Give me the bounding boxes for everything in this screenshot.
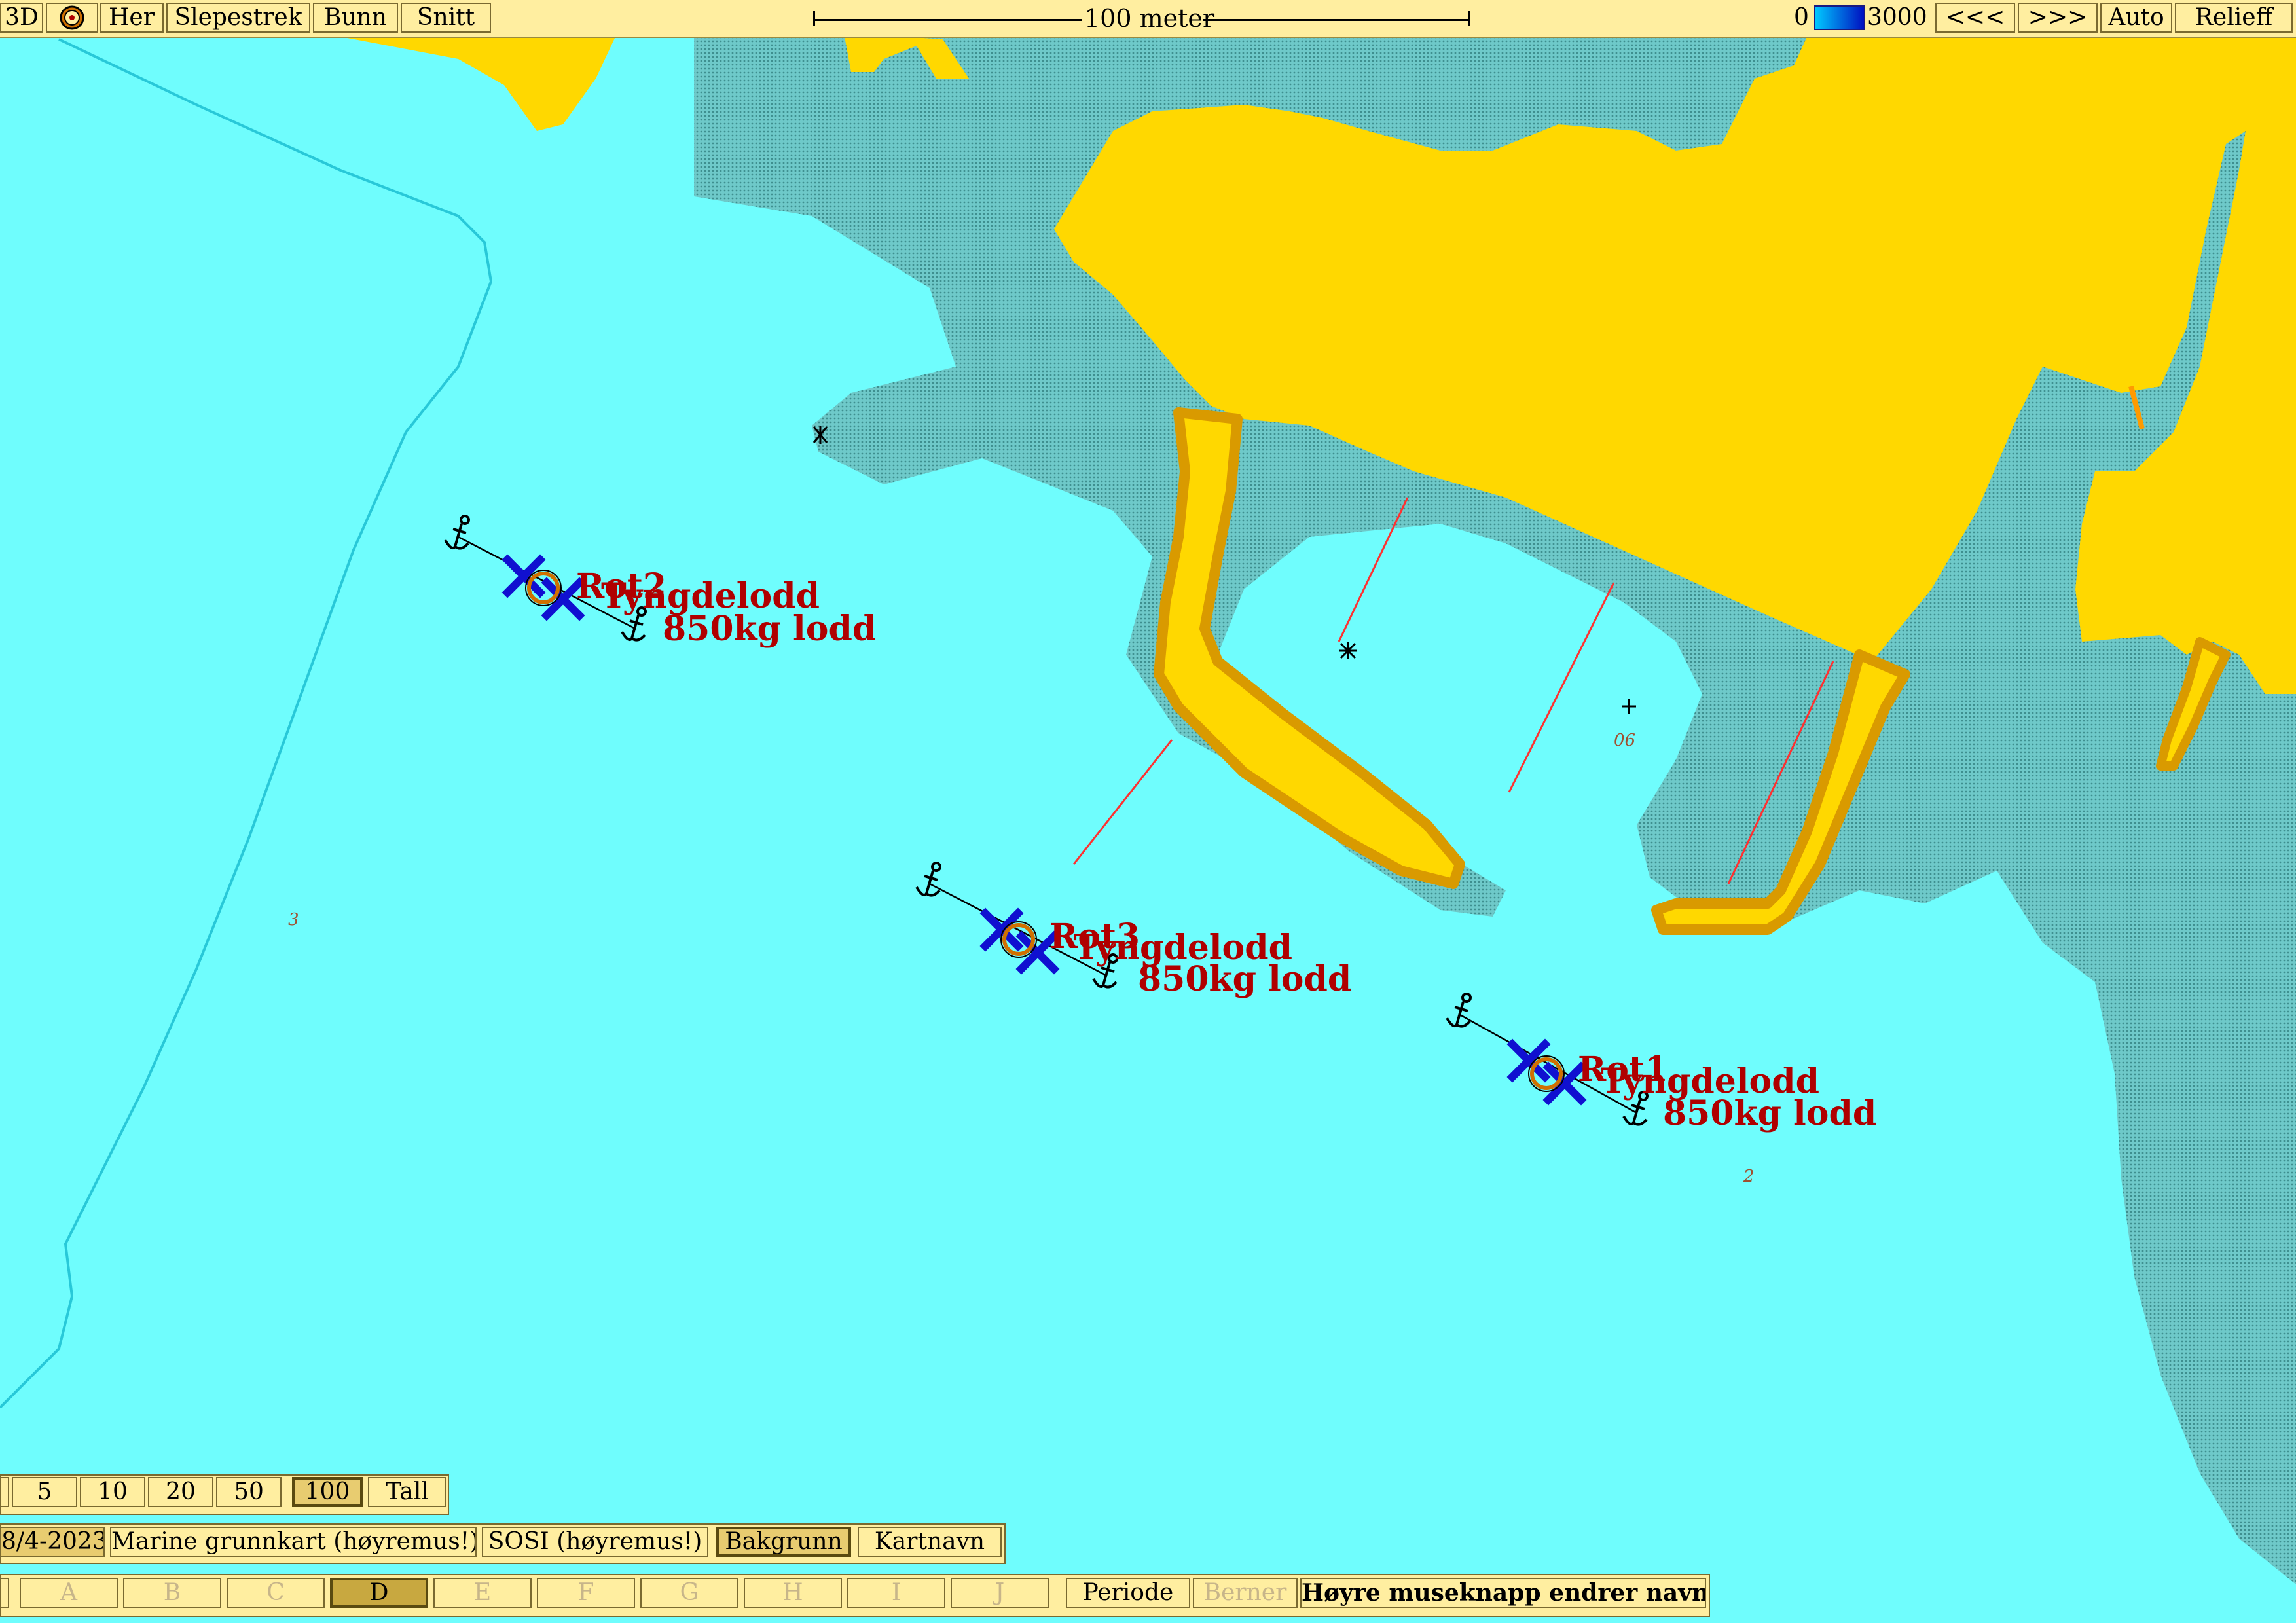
letter-b-button[interactable]: B — [123, 1578, 221, 1608]
prev-button[interactable]: <<< — [1935, 3, 2015, 33]
contour-option-20[interactable]: 20 — [148, 1477, 213, 1507]
tall-button[interactable]: Tall — [368, 1477, 446, 1507]
bakgrunn-button[interactable]: Bakgrunn — [716, 1527, 851, 1557]
letter-d-button[interactable]: D — [330, 1578, 428, 1608]
mooring-weight-rot2: 850kg lodd — [663, 609, 877, 649]
chart-map[interactable] — [0, 0, 2296, 1623]
sosi-button[interactable]: SOSI (høyremus!) — [482, 1527, 708, 1557]
depth-min-label: 0 — [1794, 4, 1809, 31]
slepestrek-button[interactable]: Slepestrek — [166, 3, 310, 33]
contour-option-100[interactable]: 100 — [292, 1477, 363, 1507]
letter-e-button[interactable]: E — [433, 1578, 532, 1608]
mooring-weight-rot3: 850kg lodd — [1138, 959, 1352, 999]
berner-button[interactable]: Berner — [1193, 1578, 1298, 1608]
depth-sounding: 06 — [1614, 731, 1636, 750]
letter-c-button[interactable]: C — [227, 1578, 325, 1608]
depth-color-gradient — [1814, 5, 1865, 30]
auto-button[interactable]: Auto — [2100, 3, 2172, 33]
snitt-button[interactable]: Snitt — [401, 3, 491, 33]
depth-sounding: 3 — [288, 910, 299, 930]
depth-sounding: 2 — [1743, 1167, 1755, 1186]
target-icon — [60, 5, 84, 30]
contour-option-partial[interactable] — [0, 1477, 9, 1507]
top-toolbar: 3D Her Slepestrek Bunn Snitt 100 meter 0… — [0, 0, 2296, 38]
contour-option-50[interactable]: 50 — [216, 1477, 282, 1507]
scale-label: 100 meter — [1084, 4, 1215, 33]
letter-g-button[interactable]: G — [640, 1578, 738, 1608]
date-button[interactable]: 8/4-2023 — [0, 1527, 105, 1557]
kartnavn-button[interactable]: Kartnavn — [858, 1527, 1002, 1557]
marine-grunnkart-button[interactable]: Marine grunnkart (høyremus!) — [110, 1527, 477, 1557]
letter-i-button[interactable]: I — [847, 1578, 945, 1608]
her-button[interactable]: Her — [100, 3, 164, 33]
contour-option-5[interactable]: 5 — [12, 1477, 77, 1507]
periode-button[interactable]: Periode — [1066, 1578, 1190, 1608]
letter-j-button[interactable]: J — [951, 1578, 1049, 1608]
mooring-weight-rot1: 850kg lodd — [1663, 1093, 1877, 1133]
letter-f-button[interactable]: F — [537, 1578, 635, 1608]
bunn-button[interactable]: Bunn — [313, 3, 398, 33]
3d-button[interactable]: 3D — [0, 3, 43, 33]
next-button[interactable]: >>> — [2018, 3, 2098, 33]
contour-option-10[interactable]: 10 — [80, 1477, 145, 1507]
letter-partial[interactable] — [0, 1578, 9, 1608]
relieff-button[interactable]: Relieff — [2175, 3, 2293, 33]
letter-h-button[interactable]: H — [744, 1578, 842, 1608]
letter-a-button[interactable]: A — [20, 1578, 118, 1608]
depth-max-label: 3000 — [1867, 4, 1927, 31]
target-button[interactable] — [46, 3, 98, 33]
rename-hint: Høyre museknapp endrer navn — [1300, 1578, 1706, 1608]
